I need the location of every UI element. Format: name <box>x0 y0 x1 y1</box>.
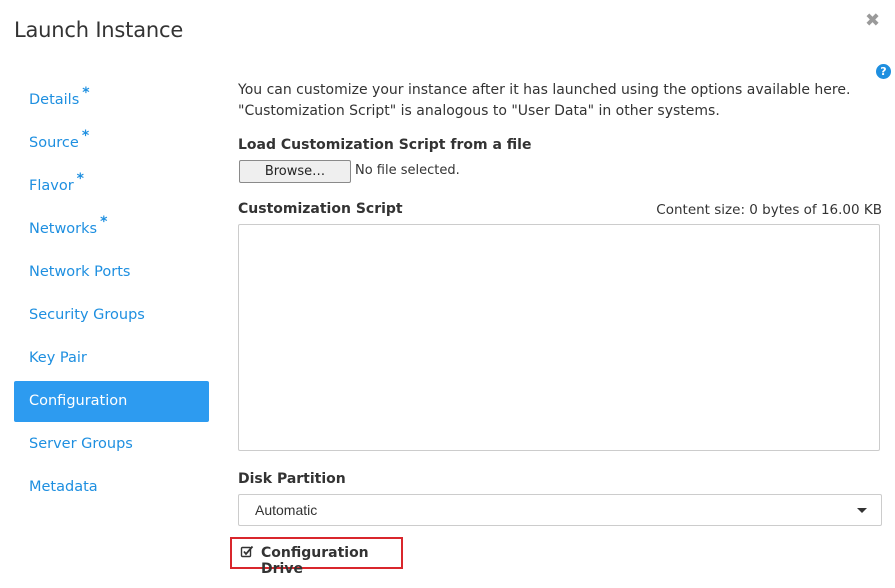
configuration-drive-label: Configuration Drive <box>261 545 369 577</box>
nav-item-source[interactable]: Source * <box>14 123 209 164</box>
nav-item-key-pair[interactable]: Key Pair <box>14 338 209 379</box>
file-upload-label: Load Customization Script from a file <box>238 137 532 153</box>
configuration-drive-checkbox[interactable]: Configuration Drive <box>230 537 403 577</box>
chevron-down-icon <box>857 508 867 513</box>
nav-item-label: Security Groups <box>29 307 145 323</box>
nav-item-server-groups[interactable]: Server Groups <box>14 424 209 465</box>
required-asterisk: * <box>100 214 108 230</box>
file-status-text: No file selected. <box>355 163 460 178</box>
disk-partition-value: Automatic <box>255 502 318 518</box>
dialog-title: Launch Instance <box>14 18 184 42</box>
checkbox-checked-icon <box>240 545 254 558</box>
nav-item-security-groups[interactable]: Security Groups <box>14 295 209 336</box>
close-icon[interactable]: ✖ <box>865 10 880 32</box>
disk-partition-label: Disk Partition <box>238 471 346 487</box>
nav-item-label: Key Pair <box>29 350 87 366</box>
intro-text: You can customize your instance after it… <box>238 80 882 122</box>
nav-item-label: Details <box>29 92 80 108</box>
nav-item-label: Configuration <box>29 393 128 409</box>
nav-item-details[interactable]: Details * <box>14 80 209 121</box>
wizard-sidebar: Details * Source * Flavor * Networks * Netwo… <box>14 80 209 510</box>
nav-item-label: Metadata <box>29 479 98 495</box>
nav-item-label: Network Ports <box>29 264 131 280</box>
intro-line-1: You can customize your instance after it… <box>238 82 851 98</box>
customization-script-label: Customization Script <box>238 201 403 217</box>
required-asterisk: * <box>81 128 90 144</box>
intro-line-2: "Customization Script" is analogous to "… <box>238 103 720 119</box>
content-size-text: Content size: 0 bytes of 16.00 KB <box>656 202 882 218</box>
required-asterisk: * <box>76 171 84 187</box>
question-circle-icon[interactable]: ? <box>876 64 891 79</box>
configuration-panel: You can customize your instance after it… <box>238 80 882 122</box>
nav-item-networks[interactable]: Networks * <box>14 209 209 250</box>
required-asterisk: * <box>82 85 90 101</box>
nav-item-flavor[interactable]: Flavor * <box>14 166 209 207</box>
disk-partition-select[interactable]: Automatic <box>238 494 882 526</box>
nav-item-network-ports[interactable]: Network Ports <box>14 252 209 293</box>
nav-item-label: Flavor <box>29 178 74 194</box>
customization-script-textarea[interactable] <box>238 224 880 451</box>
nav-item-label: Source <box>29 135 79 151</box>
nav-item-configuration[interactable]: Configuration <box>14 381 209 422</box>
nav-item-metadata[interactable]: Metadata <box>14 467 209 508</box>
browse-button[interactable]: Browse… <box>239 160 351 183</box>
nav-item-label: Server Groups <box>29 436 133 452</box>
nav-item-label: Networks <box>29 221 98 237</box>
